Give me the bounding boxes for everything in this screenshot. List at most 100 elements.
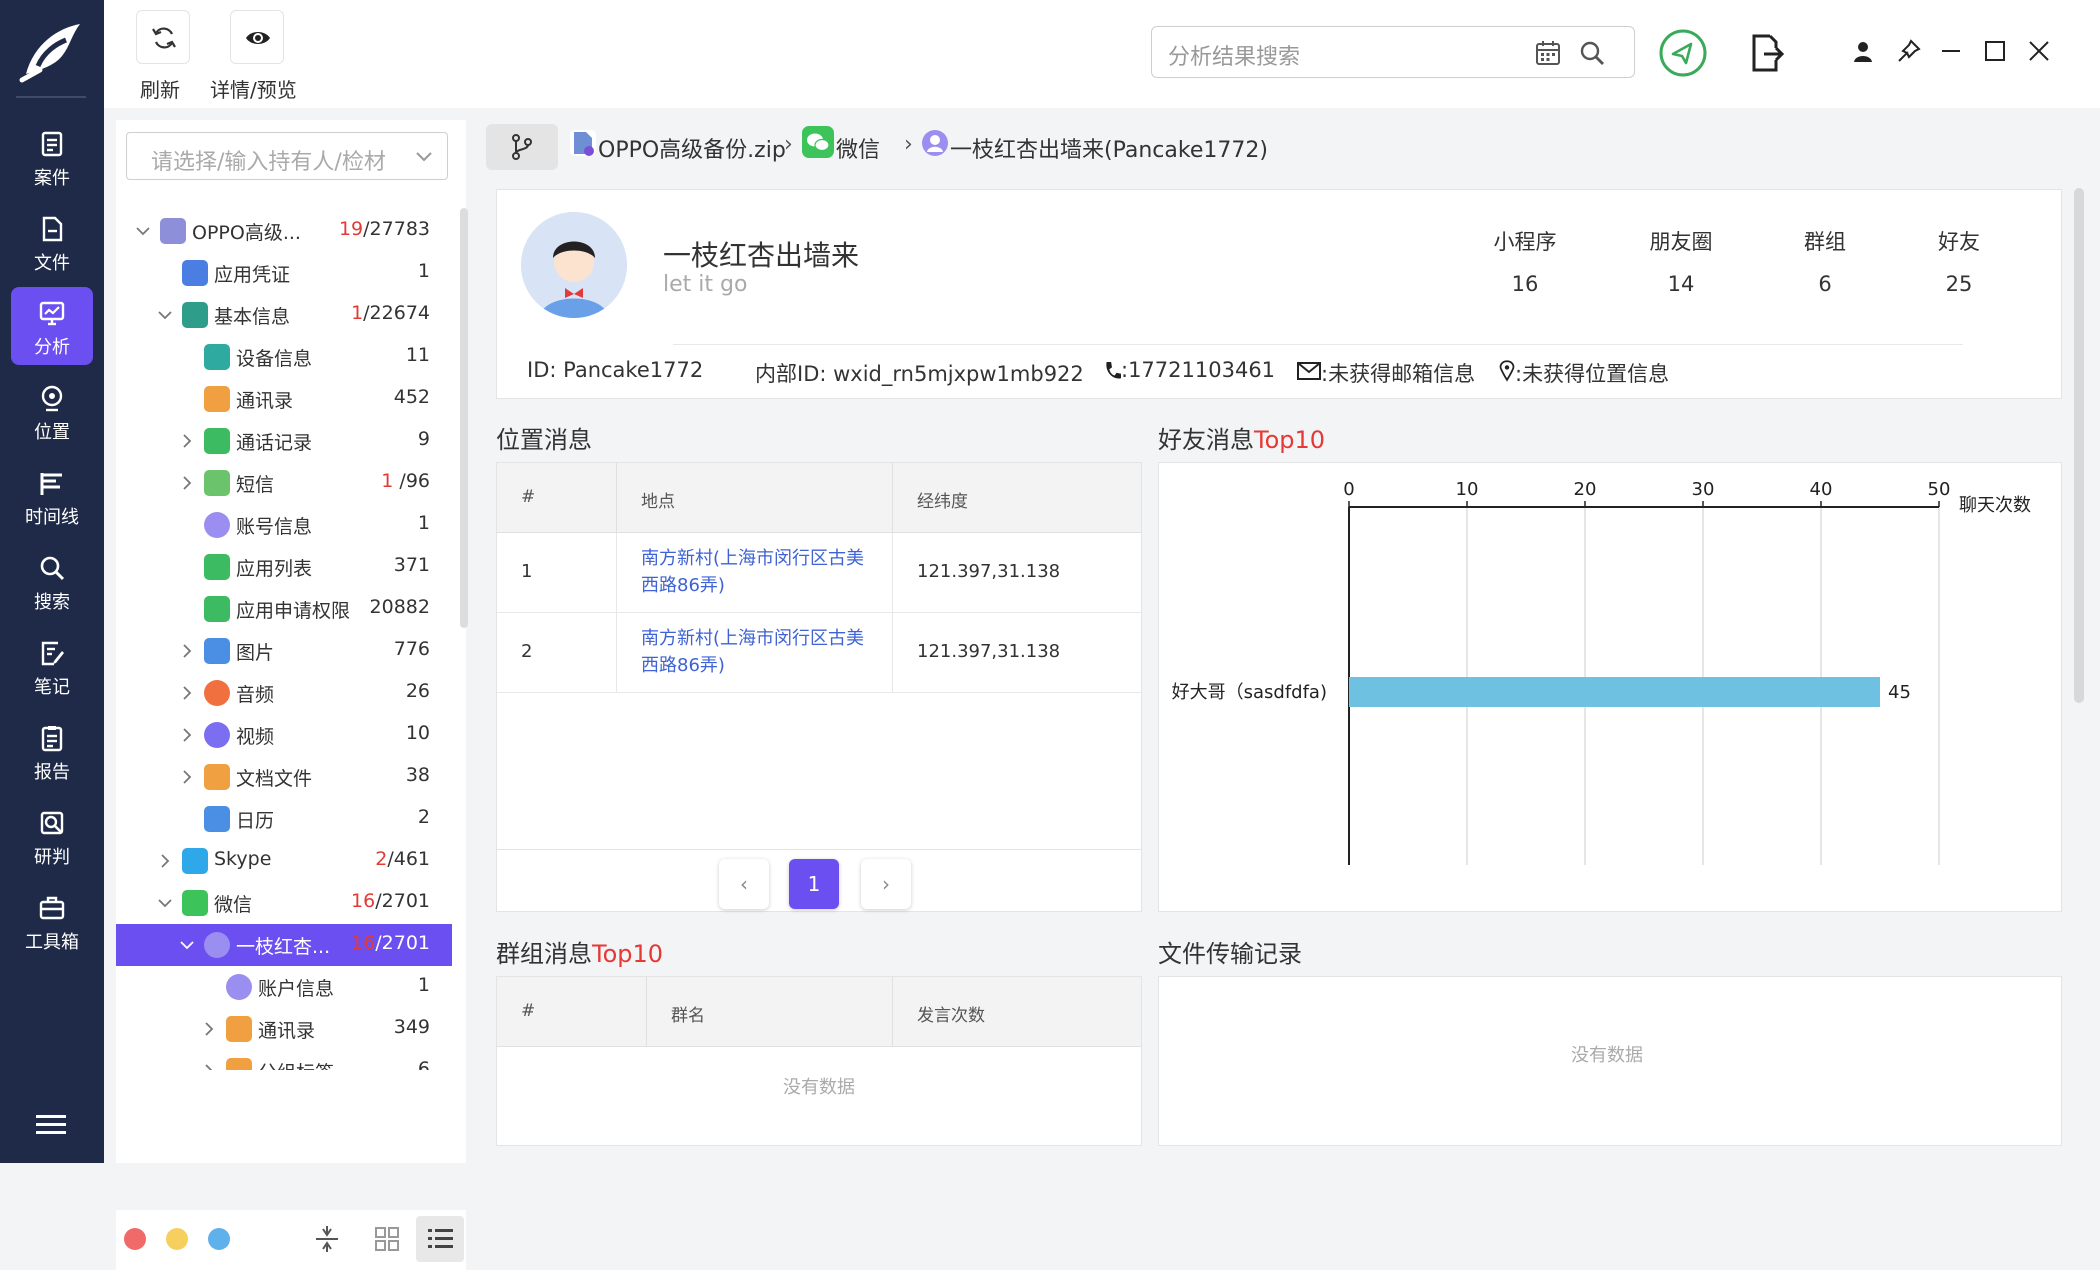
- chevron-right-icon[interactable]: [178, 726, 196, 744]
- user-icon[interactable]: [1852, 40, 1874, 64]
- next-page-button[interactable]: ›: [861, 859, 911, 909]
- holder-select[interactable]: 请选择/输入持有人/检材: [126, 132, 448, 180]
- nav-item-location[interactable]: 位置: [11, 372, 93, 450]
- nav-item-judge[interactable]: 研判: [11, 797, 93, 875]
- chevron-right-icon[interactable]: [200, 1062, 218, 1070]
- eye-icon: [246, 32, 270, 44]
- chevron-right-icon[interactable]: [178, 768, 196, 786]
- tree-item[interactable]: 短信 1 /96: [116, 462, 452, 504]
- collapse-all-icon[interactable]: [312, 1224, 342, 1254]
- tree-item[interactable]: 设备信息 11: [116, 336, 452, 378]
- place-link[interactable]: 南方新村(上海市闵行区古美西路86弄): [641, 628, 864, 676]
- search-input[interactable]: 分析结果搜索: [1168, 39, 1300, 71]
- tree-item[interactable]: 账号信息 1: [116, 504, 452, 546]
- result-search-box[interactable]: 分析结果搜索: [1151, 26, 1635, 78]
- tree-item[interactable]: OPPO高级... 19/27783: [116, 210, 452, 252]
- nav-item-search[interactable]: 搜索: [11, 542, 93, 620]
- tree-item[interactable]: 通讯录 452: [116, 378, 452, 420]
- stat-moments[interactable]: 朋友圈 14: [1621, 226, 1741, 296]
- tree-item[interactable]: 日历 2: [116, 798, 452, 840]
- group-title-highlight: Top10: [592, 940, 664, 968]
- content-scrollbar[interactable]: [2074, 188, 2084, 703]
- tree-item[interactable]: 一枝红杏... 16/2701: [116, 924, 452, 966]
- menu-icon[interactable]: [36, 1114, 66, 1136]
- column-header[interactable]: 群名: [647, 977, 893, 1047]
- chevron-down-icon[interactable]: [156, 306, 174, 324]
- breadcrumb-item-wechat[interactable]: 微信: [836, 132, 880, 164]
- column-header[interactable]: 发言次数: [893, 977, 1141, 1047]
- pin-icon[interactable]: [1896, 38, 1922, 64]
- column-header[interactable]: 地点: [617, 463, 893, 533]
- stat-mini-programs[interactable]: 小程序 16: [1465, 226, 1585, 296]
- main-area: 刷新 详情/预览 分析结果搜索 请选择/输入持有人/检材 OPPO高级... 1…: [104, 0, 2100, 1270]
- tree-item[interactable]: 通话记录 9: [116, 420, 452, 462]
- refresh-button[interactable]: [136, 10, 190, 64]
- export-icon[interactable]: [1750, 34, 1785, 72]
- tree-item[interactable]: 文档文件 38: [116, 756, 452, 798]
- place-link[interactable]: 南方新村(上海市闵行区古美西路86弄): [641, 548, 864, 596]
- tree-item[interactable]: 通讯录 349: [116, 1008, 452, 1050]
- stat-groups[interactable]: 群组 6: [1765, 226, 1885, 296]
- prev-page-button[interactable]: ‹: [719, 859, 769, 909]
- blue-dot-filter[interactable]: [208, 1228, 230, 1250]
- stat-label: 好友: [1938, 230, 1980, 254]
- minimize-icon[interactable]: [1940, 40, 1962, 62]
- tree-item[interactable]: 应用凭证 1: [116, 252, 452, 294]
- chevron-right-icon[interactable]: [178, 432, 196, 450]
- preview-button[interactable]: [230, 10, 284, 64]
- tree-item[interactable]: 分组标签 6: [116, 1050, 452, 1070]
- tree-scrollbar[interactable]: [460, 208, 468, 628]
- chevron-down-icon[interactable]: [178, 936, 196, 954]
- profile-location: :未获得位置信息: [1515, 362, 1670, 386]
- tree-item-count: 1/22674: [351, 302, 430, 324]
- data-label: 45: [1888, 682, 1911, 703]
- breadcrumb-item-account[interactable]: 一枝红杏出墙来(Pancake1772): [950, 132, 1268, 164]
- column-header[interactable]: #: [497, 463, 617, 533]
- column-header[interactable]: #: [497, 977, 647, 1047]
- branch-button[interactable]: [486, 124, 558, 170]
- chevron-right-icon[interactable]: [178, 642, 196, 660]
- nav-item-report[interactable]: 报告: [11, 712, 93, 790]
- tree-item[interactable]: Skype 2/461: [116, 840, 452, 882]
- nav-item-file[interactable]: 文件: [11, 203, 93, 281]
- table-cell-place: 南方新村(上海市闵行区古美西路86弄): [617, 533, 893, 613]
- search-icon[interactable]: [1578, 39, 1606, 67]
- chevron-right-icon[interactable]: [178, 684, 196, 702]
- tree-item[interactable]: 微信 16/2701: [116, 882, 452, 924]
- yellow-dot-filter[interactable]: [166, 1228, 188, 1250]
- breadcrumb-item-backup[interactable]: OPPO高级备份.zip: [598, 132, 786, 164]
- tree-item[interactable]: 视频 10: [116, 714, 452, 756]
- tree-item[interactable]: 图片 776: [116, 630, 452, 672]
- contacts-icon: [204, 386, 230, 412]
- list-view-icon[interactable]: [416, 1216, 464, 1262]
- chevron-down-icon[interactable]: [156, 894, 174, 912]
- judge-icon: [40, 811, 64, 835]
- grid-view-icon[interactable]: [372, 1224, 402, 1254]
- close-icon[interactable]: [2028, 40, 2050, 62]
- column-header[interactable]: 经纬度: [893, 463, 1141, 533]
- nav-item-case[interactable]: 案件: [11, 118, 93, 196]
- tree-item[interactable]: 账户信息 1: [116, 966, 452, 1008]
- user-avatar-icon: [204, 932, 230, 958]
- friends-bar-chart: 0 10 20 30 40 50 聊天次数好大哥（sasdfdfa) 45: [1172, 479, 2031, 865]
- chevron-down-icon[interactable]: [134, 222, 152, 240]
- nav-item-analysis[interactable]: 分析: [11, 287, 93, 365]
- nav-item-timeline[interactable]: 时间线: [11, 457, 93, 535]
- chevron-right-icon[interactable]: [178, 474, 196, 492]
- red-dot-filter[interactable]: [124, 1228, 146, 1250]
- chevron-right-icon[interactable]: [200, 1020, 218, 1038]
- page-number-button[interactable]: 1: [789, 859, 839, 909]
- shield-status-icon[interactable]: [1658, 28, 1708, 78]
- nav-item-toolbox[interactable]: 工具箱: [11, 882, 93, 960]
- chevron-right-icon[interactable]: [156, 852, 174, 870]
- stat-value: 6: [1818, 272, 1832, 296]
- tree-item[interactable]: 音频 26: [116, 672, 452, 714]
- maximize-icon[interactable]: [1984, 40, 2006, 62]
- stat-friends[interactable]: 好友 25: [1899, 226, 2019, 296]
- tree-item-count-total: /96: [393, 470, 430, 492]
- calendar-icon[interactable]: [1534, 39, 1562, 67]
- tree-item[interactable]: 应用列表 371: [116, 546, 452, 588]
- tree-item[interactable]: 基本信息 1/22674: [116, 294, 452, 336]
- nav-item-note[interactable]: 笔记: [11, 627, 93, 705]
- tree-item[interactable]: 应用申请权限 20882: [116, 588, 452, 630]
